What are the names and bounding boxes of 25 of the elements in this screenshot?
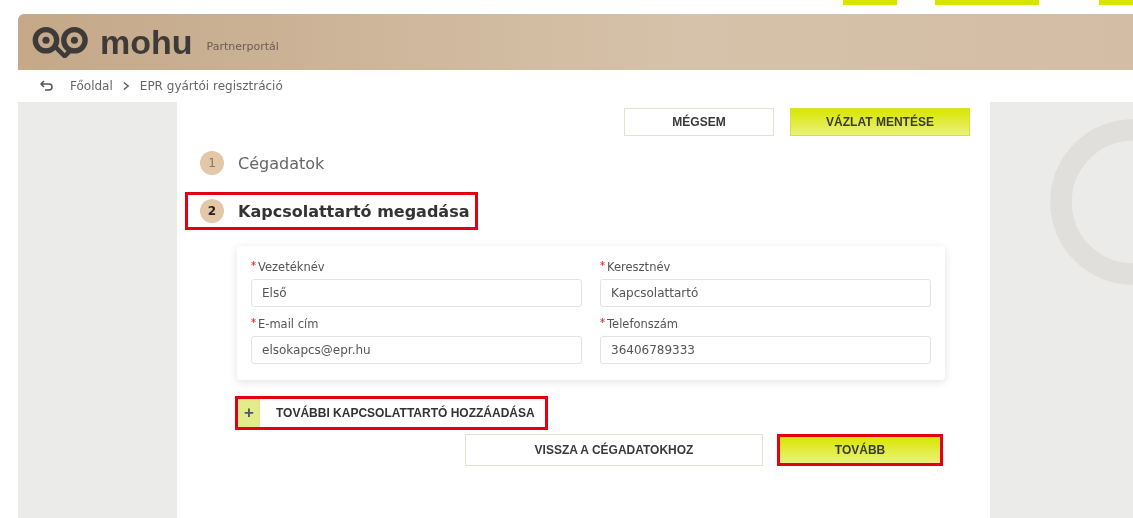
step-number: 2 bbox=[200, 199, 224, 223]
save-draft-button[interactable]: VÁZLAT MENTÉSE bbox=[790, 108, 970, 136]
next-button[interactable]: TOVÁBB bbox=[777, 434, 943, 466]
tab-marker bbox=[843, 0, 897, 5]
field-label-text: Telefonszám bbox=[607, 317, 679, 331]
field-label-text: Vezetéknév bbox=[258, 260, 325, 274]
tab-marker bbox=[1099, 0, 1133, 5]
input-field[interactable]: Első bbox=[251, 279, 582, 307]
logo-text: mohu bbox=[100, 25, 193, 59]
step-label: Cégadatok bbox=[238, 153, 325, 173]
input-field[interactable]: 36406789333 bbox=[600, 336, 931, 364]
field-label-text: Keresztnév bbox=[607, 260, 671, 274]
back-button[interactable]: VISSZA A CÉGADATOKHOZ bbox=[465, 434, 763, 466]
input-field[interactable]: elsokapcs@epr.hu bbox=[251, 336, 582, 364]
chevron-icon bbox=[122, 81, 130, 91]
add-contact-button[interactable]: + TOVÁBBI KAPCSOLATTARTÓ HOZZÁADÁSA bbox=[235, 396, 548, 430]
step-label: Kapcsolattartó megadása bbox=[238, 201, 470, 221]
back-icon[interactable] bbox=[40, 80, 54, 92]
portal-subtitle: Partnerportál bbox=[206, 39, 279, 53]
step-number: 1 bbox=[200, 151, 224, 175]
breadcrumb-link[interactable]: EPR gyártói regisztráció bbox=[139, 79, 283, 93]
field-label-text: E-mail cím bbox=[258, 317, 319, 331]
breadcrumb-link[interactable]: Főoldal bbox=[70, 79, 113, 93]
cancel-button[interactable]: MÉGSEM bbox=[624, 108, 774, 136]
input-field[interactable]: Kapcsolattartó bbox=[600, 279, 931, 307]
